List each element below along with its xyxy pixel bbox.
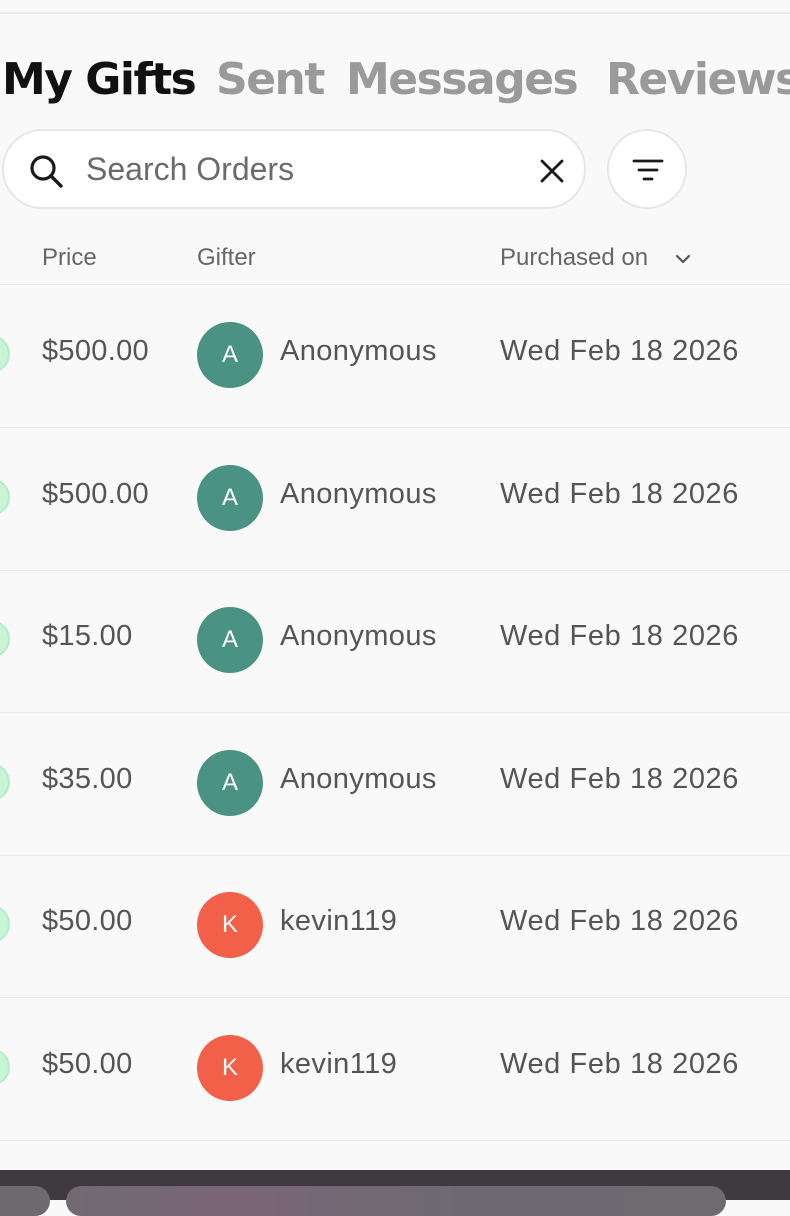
search-icon <box>30 155 63 188</box>
column-header-gifter[interactable]: Gifter <box>197 244 256 272</box>
tab-messages[interactable]: Messages <box>346 52 579 108</box>
gifter-cell: Anonymous <box>280 763 437 795</box>
purchase-date-cell: Wed Feb 18 2026 <box>500 620 740 652</box>
price-cell: $50.00 <box>42 1048 133 1080</box>
search-input[interactable] <box>86 145 506 193</box>
status-indicator <box>0 1048 10 1086</box>
table-row[interactable]: $50.00 K kevin119 Wed Feb 18 2026 <box>0 998 790 1141</box>
gifter-cell: Anonymous <box>280 620 437 652</box>
status-indicator <box>0 335 10 373</box>
filter-icon <box>632 159 664 181</box>
gifter-cell: Anonymous <box>280 335 437 367</box>
table-row[interactable]: $500.00 A Anonymous Wed Feb 18 2026 <box>0 285 790 428</box>
column-header-price[interactable]: Price <box>42 244 97 272</box>
purchase-date-cell: Wed Feb 18 2026 <box>500 905 740 937</box>
gifter-cell: Anonymous <box>280 478 437 510</box>
address-bar[interactable] <box>66 1186 726 1216</box>
gifter-cell: kevin119 <box>280 1048 398 1080</box>
avatar: K <box>197 892 263 958</box>
tab-bar: My Gifts Sent Messages Reviews <box>0 52 790 108</box>
purchase-date-cell: Wed Feb 18 2026 <box>500 763 740 795</box>
price-cell: $35.00 <box>42 763 133 795</box>
table-header: Price Gifter Purchased on <box>0 236 790 285</box>
purchase-date-cell: Wed Feb 18 2026 <box>500 335 740 367</box>
bottom-toolbar-button[interactable] <box>0 1186 50 1216</box>
avatar: A <box>197 750 263 816</box>
avatar: K <box>197 1035 263 1101</box>
table-row[interactable]: $15.00 A Anonymous Wed Feb 18 2026 <box>0 570 790 713</box>
status-indicator <box>0 763 10 801</box>
status-indicator <box>0 478 10 516</box>
column-header-purchased-on[interactable]: Purchased on <box>500 244 648 272</box>
tab-my-gifts[interactable]: My Gifts <box>2 52 197 108</box>
tab-reviews[interactable]: Reviews <box>606 52 790 108</box>
filter-button[interactable] <box>607 129 687 209</box>
gifter-cell: kevin119 <box>280 905 398 937</box>
purchase-date-cell: Wed Feb 18 2026 <box>500 1048 740 1080</box>
table-row[interactable]: $35.00 A Anonymous Wed Feb 18 2026 <box>0 713 790 856</box>
chevron-down-icon[interactable] <box>674 250 692 268</box>
price-cell: $15.00 <box>42 620 133 652</box>
table-row[interactable]: $50.00 K kevin119 Wed Feb 18 2026 <box>0 855 790 998</box>
price-cell: $500.00 <box>42 335 149 367</box>
status-indicator <box>0 620 10 658</box>
avatar: A <box>197 322 263 388</box>
avatar: A <box>197 465 263 531</box>
tab-sent[interactable]: Sent <box>216 52 325 108</box>
price-cell: $500.00 <box>42 478 149 510</box>
status-indicator <box>0 905 10 943</box>
close-icon[interactable] <box>534 153 570 189</box>
purchase-date-cell: Wed Feb 18 2026 <box>500 478 740 510</box>
avatar: A <box>197 607 263 673</box>
table-row[interactable]: $500.00 A Anonymous Wed Feb 18 2026 <box>0 428 790 571</box>
top-divider <box>0 0 790 14</box>
search-bar <box>2 129 586 209</box>
price-cell: $50.00 <box>42 905 133 937</box>
